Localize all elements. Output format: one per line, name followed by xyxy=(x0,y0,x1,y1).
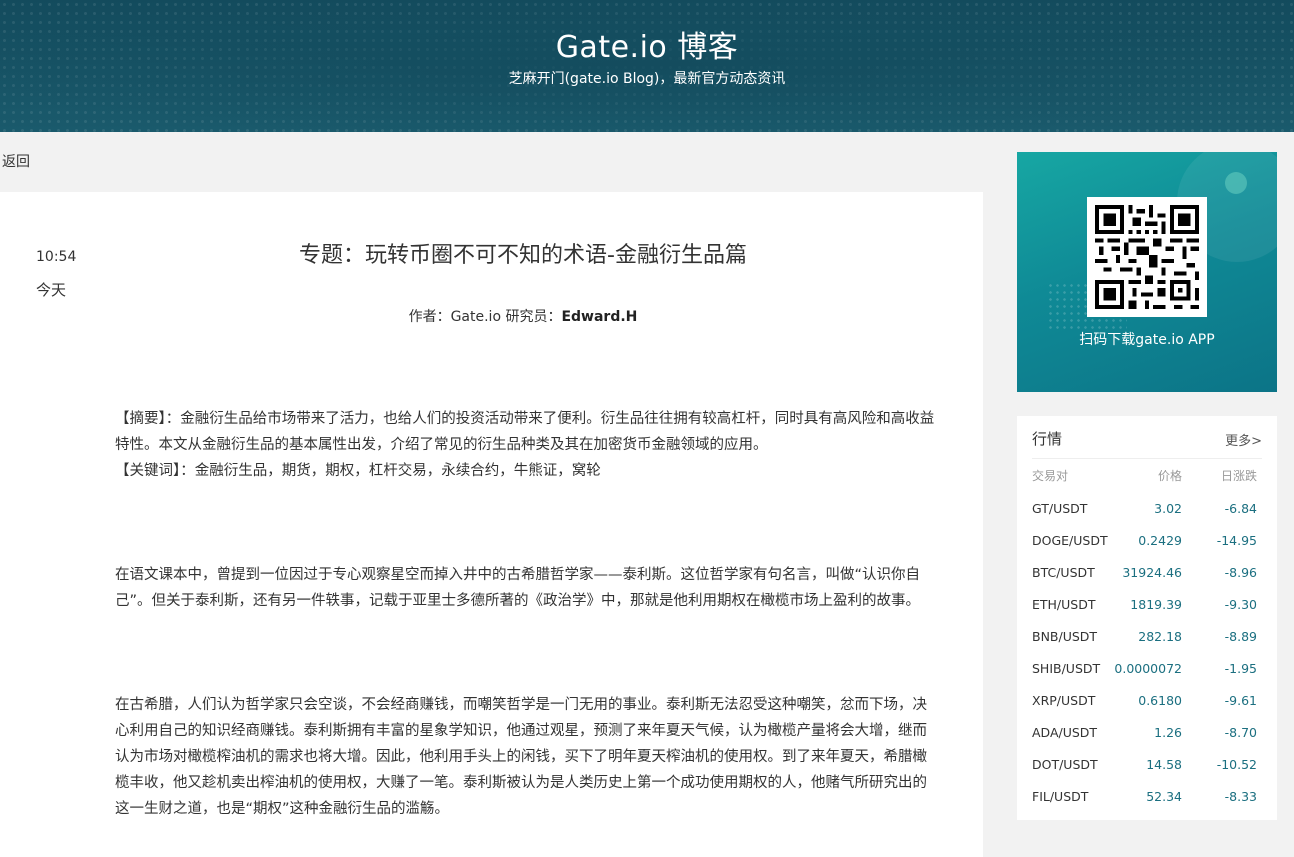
market-change: -8.89 xyxy=(1224,629,1257,644)
blog-title[interactable]: Gate.io 博客 xyxy=(0,22,1294,66)
article-title: 专题：玩转币圈不可不知的术语-金融衍生品篇 xyxy=(299,243,747,268)
author-name: Edward.H xyxy=(561,309,638,325)
market-pair: GT/USDT xyxy=(1032,501,1088,516)
market-pair: DOT/USDT xyxy=(1032,757,1098,772)
market-pair: ETH/USDT xyxy=(1032,597,1096,612)
author-prefix: 作者：Gate.io 研究员： xyxy=(408,309,562,325)
market-price: 0.6180 xyxy=(1138,693,1182,708)
header-price: 价格 xyxy=(1157,469,1182,483)
market-change: -6.84 xyxy=(1224,501,1257,516)
market-row[interactable]: ETH/USDT 1819.39 -9.30 xyxy=(1032,597,1262,617)
market-price: 1819.39 xyxy=(1130,597,1182,612)
market-row[interactable]: BTC/USDT 31924.46 -8.96 xyxy=(1032,565,1262,585)
market-row[interactable]: DOGE/USDT 0.2429 -14.95 xyxy=(1032,533,1262,553)
card-dot-decoration xyxy=(1225,172,1247,194)
market-title: 行情 xyxy=(1032,430,1063,448)
market-pair: ADA/USDT xyxy=(1032,725,1098,740)
article-paragraph-1: 在语文课本中，曾提到一位因过于专心观察星空而掉入井中的古希腊哲学家——泰利斯。这… xyxy=(115,567,921,609)
blog-header-banner: Gate.io 博客 芝麻开门(gate.io Blog)，最新官方动态资讯 xyxy=(0,0,1294,132)
market-change: -8.70 xyxy=(1224,725,1257,740)
market-row[interactable]: FIL/USDT 52.34 -8.33 xyxy=(1032,789,1262,809)
market-row[interactable]: XRP/USDT 0.6180 -9.61 xyxy=(1032,693,1262,713)
market-pair: SHIB/USDT xyxy=(1032,661,1101,676)
market-price: 0.2429 xyxy=(1138,533,1182,548)
article-container: 10:54 今天 专题：玩转币圈不可不知的术语-金融衍生品篇 作者：Gate.i… xyxy=(0,192,983,857)
market-change: -8.33 xyxy=(1224,789,1257,804)
market-change: -10.52 xyxy=(1216,757,1257,772)
market-more-link[interactable]: 更多> xyxy=(1225,430,1262,449)
article-keywords: 【关键词】：金融衍生品，期货，期权，杠杆交易，永续合约，牛熊证，窝轮 xyxy=(115,463,601,479)
market-panel: 行情 更多> 交易对 价格 日涨跌 GT/USDT 3.02 -6.84 DOG… xyxy=(1017,416,1277,820)
market-divider xyxy=(1032,458,1262,459)
header-change: 日涨跌 xyxy=(1220,469,1257,483)
qr-code-icon xyxy=(1095,205,1199,309)
article-time: 10:54 xyxy=(36,249,77,265)
market-price: 14.58 xyxy=(1146,757,1182,772)
market-table-header: 交易对 价格 日涨跌 xyxy=(1032,467,1262,487)
market-row[interactable]: SHIB/USDT 0.0000072 -1.95 xyxy=(1032,661,1262,681)
market-change: -14.95 xyxy=(1216,533,1257,548)
article-author: 作者：Gate.io 研究员：Edward.H xyxy=(115,306,931,326)
market-pair: BNB/USDT xyxy=(1032,629,1098,644)
qr-code xyxy=(1087,197,1207,317)
market-row[interactable]: BNB/USDT 282.18 -8.89 xyxy=(1032,629,1262,649)
market-pair: XRP/USDT xyxy=(1032,693,1096,708)
app-download-card[interactable]: 扫码下载gate.io APP xyxy=(1017,152,1277,392)
article-day: 今天 xyxy=(36,281,67,299)
market-change: -9.30 xyxy=(1224,597,1257,612)
qr-download-label: 扫码下载gate.io APP xyxy=(1079,332,1215,348)
market-price: 31924.46 xyxy=(1122,565,1182,580)
article-paragraph-2: 在古希腊，人们认为哲学家只会空谈，不会经商赚钱，而嘲笑哲学是一门无用的事业。泰利… xyxy=(115,697,927,817)
market-row[interactable]: ADA/USDT 1.26 -8.70 xyxy=(1032,725,1262,745)
market-price: 0.0000072 xyxy=(1114,661,1182,676)
market-price: 1.26 xyxy=(1154,725,1182,740)
back-link[interactable]: 返回 xyxy=(2,151,30,171)
market-change: -9.61 xyxy=(1224,693,1257,708)
market-pair: FIL/USDT xyxy=(1032,789,1089,804)
market-row[interactable]: DOT/USDT 14.58 -10.52 xyxy=(1032,757,1262,777)
market-change: -8.96 xyxy=(1224,565,1257,580)
market-row[interactable]: GT/USDT 3.02 -6.84 xyxy=(1032,501,1262,521)
market-price: 52.34 xyxy=(1146,789,1182,804)
article-abstract: 【摘要】：金融衍生品给市场带来了活力，也给人们的投资活动带来了便利。衍生品往往拥… xyxy=(115,411,935,453)
market-pair: BTC/USDT xyxy=(1032,565,1095,580)
header-fade-overlay xyxy=(0,0,1294,132)
market-price: 3.02 xyxy=(1154,501,1182,516)
header-pair: 交易对 xyxy=(1032,469,1069,483)
market-change: -1.95 xyxy=(1224,661,1257,676)
market-pair: DOGE/USDT xyxy=(1032,533,1108,548)
market-price: 282.18 xyxy=(1138,629,1182,644)
blog-subtitle: 芝麻开门(gate.io Blog)，最新官方动态资讯 xyxy=(508,71,786,87)
